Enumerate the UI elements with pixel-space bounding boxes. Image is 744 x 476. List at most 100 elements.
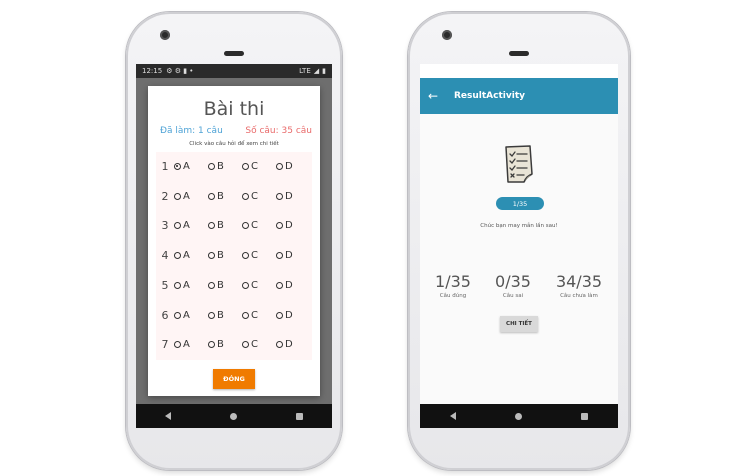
radio-button[interactable] [276,341,283,349]
option-c[interactable]: C [242,310,276,321]
radio-button[interactable] [242,222,249,230]
radio-button[interactable] [242,252,249,260]
radio-button[interactable] [242,341,249,349]
option-label: B [217,279,224,291]
option-label: A [183,339,190,351]
radio-button[interactable] [276,192,283,200]
option-b[interactable]: B [208,280,242,291]
option-d[interactable]: D [276,250,310,261]
radio-button[interactable] [276,252,283,260]
option-c[interactable]: C [242,339,276,350]
option-b[interactable]: B [208,191,242,202]
option-d[interactable]: D [276,161,310,172]
radio-button[interactable] [208,222,215,230]
radio-button[interactable] [174,281,181,289]
signal-icon: ◢ [313,67,320,75]
option-d[interactable]: D [276,191,310,202]
option-a[interactable]: A [174,339,208,350]
option-b[interactable]: B [208,310,242,321]
option-a[interactable]: A [174,220,208,231]
radio-button[interactable] [208,341,215,349]
option-d[interactable]: D [276,339,310,350]
right-screen: ← ResultActivity 1/35 Chúc bạn may mắn l… [420,64,618,428]
checklist-icon [505,145,533,183]
radio-button[interactable] [242,281,249,289]
stat-value: 1/35 [435,272,471,291]
option-label: C [251,220,258,232]
question-row[interactable]: 1 A B C D [156,152,312,181]
radio-button[interactable] [174,163,181,170]
option-c[interactable]: C [242,191,276,202]
radio-button[interactable] [174,252,181,260]
question-number: 6 [161,308,169,322]
option-label: C [251,339,258,351]
radio-button[interactable] [174,222,181,230]
radio-button[interactable] [276,281,283,289]
question-row[interactable]: 7 A B C D [156,330,312,359]
radio-button[interactable] [174,192,181,200]
option-b[interactable]: B [208,161,242,172]
battery-icon: ▮ [322,67,326,75]
status-bar [420,64,618,78]
radio-button[interactable] [276,222,283,230]
front-camera [160,30,170,40]
option-b[interactable]: B [208,339,242,350]
question-row[interactable]: 5 A B C D [156,271,312,300]
question-row[interactable]: 2 A B C D [156,182,312,211]
nav-back-icon[interactable] [165,412,172,420]
nav-home-icon[interactable] [514,412,522,420]
question-number: 3 [161,219,169,233]
stat-wrong: 0/35 Câu sai [483,272,543,299]
question-row[interactable]: 4 A B C D [156,241,312,270]
radio-button[interactable] [208,252,215,260]
nav-recent-icon[interactable] [295,412,303,420]
option-label: A [183,250,190,262]
left-phone: 12:15 ⚙ ⚙ ▮ • LTE ◢ ▮ Bài thi Đã làm: 1 … [126,12,342,470]
radio-button[interactable] [242,163,249,170]
option-label: D [285,250,293,262]
option-a[interactable]: A [174,310,208,321]
question-row[interactable]: 6 A B C D [156,301,312,330]
option-b[interactable]: B [208,250,242,261]
option-c[interactable]: C [242,220,276,231]
question-number: 7 [161,338,169,352]
option-a[interactable]: A [174,191,208,202]
back-arrow-icon[interactable]: ← [420,89,446,103]
radio-button[interactable] [276,311,283,319]
radio-button[interactable] [242,311,249,319]
option-a[interactable]: A [174,161,208,172]
speaker [224,51,244,56]
option-label: D [285,220,293,232]
option-d[interactable]: D [276,310,310,321]
close-button[interactable]: ĐÓNG [213,369,255,389]
radio-button[interactable] [276,163,283,170]
option-c[interactable]: C [242,250,276,261]
settings-icon: ⚙ ⚙ ▮ • [166,67,194,75]
radio-button[interactable] [208,311,215,319]
question-row[interactable]: 3 A B C D [156,211,312,240]
stat-correct: 1/35 Câu đúng [423,272,483,299]
stat-value: 34/35 [555,272,603,291]
nav-home-icon[interactable] [229,412,237,420]
option-a[interactable]: A [174,280,208,291]
detail-button[interactable]: CHI TIẾT [500,316,538,332]
question-number: 5 [161,278,169,292]
option-a[interactable]: A [174,250,208,261]
option-c[interactable]: C [242,280,276,291]
option-label: C [251,279,258,291]
option-d[interactable]: D [276,220,310,231]
total-count: Số câu: 35 câu [245,126,312,136]
radio-button[interactable] [242,192,249,200]
radio-button[interactable] [174,311,181,319]
radio-button[interactable] [174,341,181,349]
radio-button[interactable] [208,163,215,170]
radio-button[interactable] [208,192,215,200]
option-label: D [285,190,293,202]
option-b[interactable]: B [208,220,242,231]
nav-back-icon[interactable] [449,412,456,420]
radio-button[interactable] [208,281,215,289]
option-d[interactable]: D [276,280,310,291]
nav-recent-icon[interactable] [581,412,589,420]
option-c[interactable]: C [242,161,276,172]
stat-label: Câu đúng [439,293,467,299]
